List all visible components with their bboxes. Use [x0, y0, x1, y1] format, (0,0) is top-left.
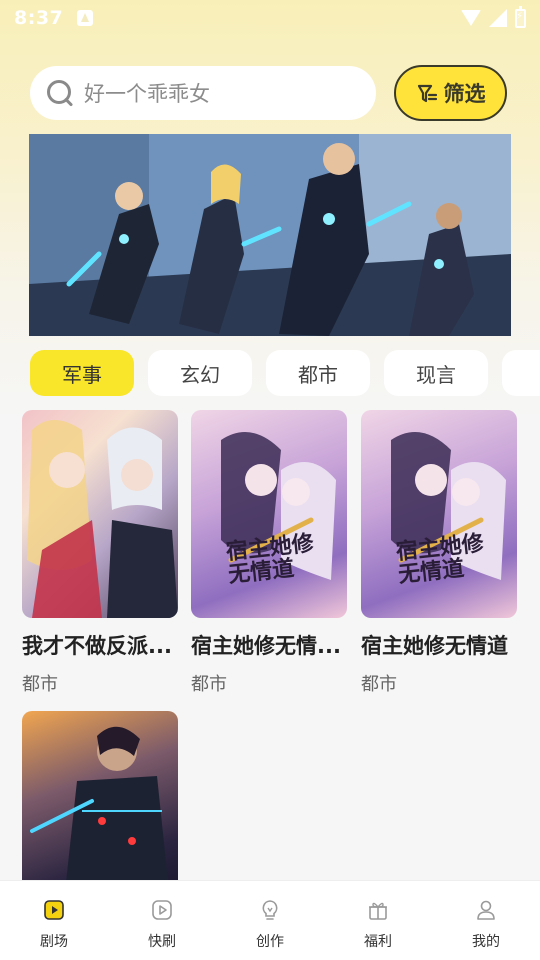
drama-card[interactable]: 我才不做反派... 都市: [22, 410, 178, 696]
search-icon: [44, 77, 76, 109]
play-square-icon: [43, 899, 65, 921]
nav-label: 我的: [472, 934, 500, 950]
category-tabs: 军事 玄幻 都市 现言 二: [30, 350, 540, 396]
nav-create[interactable]: 创作: [216, 881, 324, 960]
battery-icon: [515, 5, 526, 28]
search-placeholder: 好一个乖乖女: [84, 82, 210, 106]
status-bar: 8:37: [0, 0, 540, 36]
filter-button[interactable]: 筛选: [394, 65, 507, 121]
drama-cover[interactable]: [22, 410, 178, 618]
gift-icon: [367, 899, 389, 921]
tab-fantasy[interactable]: 玄幻: [148, 350, 252, 396]
bottom-nav: 剧场 快刷 创作 福利 我的: [0, 880, 540, 960]
featured-banner[interactable]: [29, 134, 511, 336]
nav-theater[interactable]: 剧场: [0, 881, 108, 960]
user-icon: [475, 899, 497, 921]
nav-label: 快刷: [148, 934, 176, 950]
tab-more[interactable]: 二: [502, 350, 540, 396]
drama-card[interactable]: 宿主她修无情道 宿主她修无情... 都市: [191, 410, 347, 696]
nav-label: 剧场: [40, 934, 68, 950]
search-input[interactable]: 好一个乖乖女: [30, 66, 376, 120]
drama-genre: 都市: [22, 674, 58, 695]
drama-cover[interactable]: 宿主她修无情道: [191, 410, 347, 618]
nav-quick-scroll[interactable]: 快刷: [108, 881, 216, 960]
nav-label: 创作: [256, 934, 284, 950]
signal-icon: [489, 9, 507, 27]
status-time: 8:37: [14, 7, 64, 29]
tab-romance[interactable]: 现言: [384, 350, 488, 396]
tab-military[interactable]: 军事: [30, 350, 134, 396]
wifi-icon: [461, 10, 481, 26]
app-notification-icon: [77, 10, 94, 26]
drama-card[interactable]: 宿主她修无情道 宿主她修无情道 都市: [361, 410, 517, 696]
play-circle-icon: [151, 899, 173, 921]
drama-title: 我才不做反派...: [22, 634, 172, 658]
nav-profile[interactable]: 我的: [432, 881, 540, 960]
drama-genre: 都市: [191, 674, 227, 695]
filter-label: 筛选: [443, 82, 486, 106]
tab-urban[interactable]: 都市: [266, 350, 370, 396]
status-icons: [461, 5, 526, 28]
nav-label: 福利: [364, 934, 392, 950]
drama-title: 宿主她修无情道: [361, 634, 508, 658]
drama-genre: 都市: [361, 674, 397, 695]
drama-cover[interactable]: 宿主她修无情道: [361, 410, 517, 618]
nav-rewards[interactable]: 福利: [324, 881, 432, 960]
lightbulb-icon: [259, 899, 281, 921]
filter-icon: [416, 82, 438, 104]
drama-title: 宿主她修无情...: [191, 634, 341, 658]
